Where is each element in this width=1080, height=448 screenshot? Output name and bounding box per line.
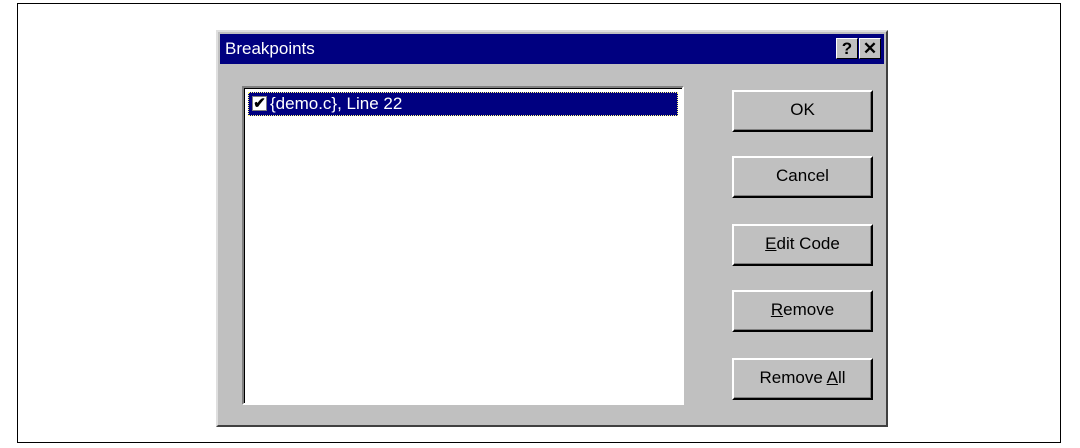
title-bar[interactable]: Breakpoints ? ✕ xyxy=(220,34,884,64)
edit-code-accel: E xyxy=(765,234,777,253)
breakpoint-checkbox[interactable]: ✔ xyxy=(252,96,267,111)
checkmark-icon: ✔ xyxy=(253,95,266,112)
remove-all-accel: A xyxy=(826,368,838,387)
breakpoint-label: {demo.c}, Line 22 xyxy=(270,94,403,113)
close-icon: ✕ xyxy=(862,39,878,58)
dialog-title: Breakpoints xyxy=(225,39,315,58)
remove-all-label-pre: Remove xyxy=(759,368,827,387)
figure-frame: Breakpoints ? ✕ ✔ {demo.c}, Line 22 OK C… xyxy=(17,3,1061,443)
breakpoints-dialog: Breakpoints ? ✕ ✔ {demo.c}, Line 22 OK C… xyxy=(216,30,888,427)
breakpoint-list[interactable]: ✔ {demo.c}, Line 22 xyxy=(242,86,684,405)
close-button[interactable]: ✕ xyxy=(859,38,881,59)
cancel-label: Cancel xyxy=(776,166,829,185)
remove-label: emove xyxy=(783,300,835,319)
cancel-button[interactable]: Cancel xyxy=(732,156,873,198)
ok-label: OK xyxy=(790,100,815,119)
remove-all-button[interactable]: Remove All xyxy=(732,358,873,400)
remove-all-label-post: ll xyxy=(837,368,846,387)
remove-accel: R xyxy=(770,300,784,319)
ok-button[interactable]: OK xyxy=(732,90,873,132)
help-button[interactable]: ? xyxy=(836,38,858,59)
list-item[interactable]: ✔ {demo.c}, Line 22 xyxy=(248,92,678,116)
remove-button[interactable]: Remove xyxy=(732,290,873,332)
edit-code-button[interactable]: Edit Code xyxy=(732,224,873,266)
edit-code-label: dit Code xyxy=(776,234,840,253)
